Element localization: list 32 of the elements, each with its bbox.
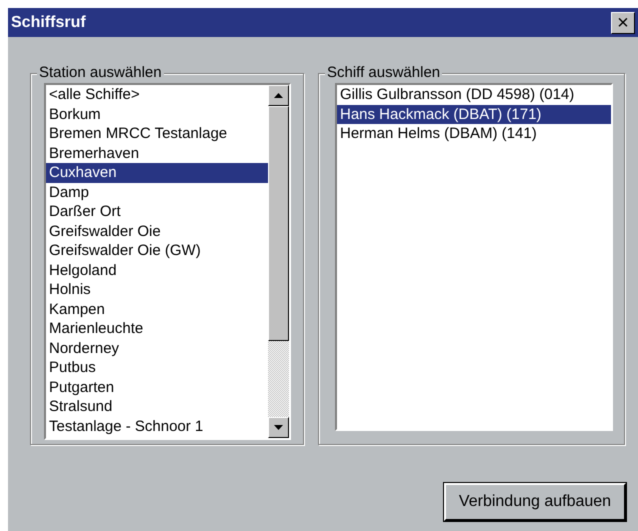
scroll-down-button[interactable] [268, 417, 289, 438]
list-item[interactable]: Gillis Gulbransson (DD 4598) (014) [337, 85, 611, 104]
scroll-up-button[interactable] [268, 85, 289, 106]
list-item[interactable]: Holnis [46, 280, 268, 300]
list-item[interactable]: Bremerhaven [46, 144, 268, 163]
down-arrow-icon [274, 425, 283, 430]
list-item[interactable]: Marienleuchte [46, 319, 268, 338]
window-title: Schiffsruf [11, 12, 86, 32]
list-item[interactable]: Darßer Ort [46, 202, 268, 222]
connect-button[interactable]: Verbindung aufbauen [444, 483, 626, 521]
list-item[interactable]: Greifswalder Oie [46, 222, 268, 241]
list-item[interactable]: Putbus [46, 358, 268, 378]
scrollbar[interactable] [268, 85, 289, 438]
scroll-thumb[interactable] [268, 106, 289, 341]
close-button[interactable]: × [611, 12, 635, 34]
list-item[interactable]: Kampen [46, 300, 268, 319]
station-list[interactable] [44, 83, 291, 440]
up-arrow-icon [274, 93, 283, 98]
list-item[interactable]: Hans Hackmack (DBAT) (171) [337, 104, 611, 124]
list-item[interactable]: Greifswalder Oie (GW) [46, 241, 268, 260]
list-item[interactable]: Putgarten [46, 378, 268, 397]
list-item[interactable]: Damp [46, 182, 268, 202]
list-item[interactable]: <alle Schiffe> [46, 85, 268, 104]
list-item[interactable]: Herman Helms (DBAM) (141) [337, 124, 611, 144]
list-item[interactable]: Testanlage - Schnoor 1 [46, 416, 268, 436]
list-item[interactable]: Norderney [46, 338, 268, 358]
list-item[interactable]: Cuxhaven [46, 163, 268, 182]
list-item[interactable]: Borkum [46, 104, 268, 124]
ship-list[interactable]: Gillis Gulbransson (DD 4598) (014) Hans Hackmack (DBAT) (171) Herman Helms (DBAM) (141) [335, 83, 613, 431]
list-item[interactable]: Stralsund [46, 397, 268, 416]
list-item[interactable]: Bremen MRCC Testanlage [46, 124, 268, 144]
list-item[interactable]: Helgoland [46, 260, 268, 280]
